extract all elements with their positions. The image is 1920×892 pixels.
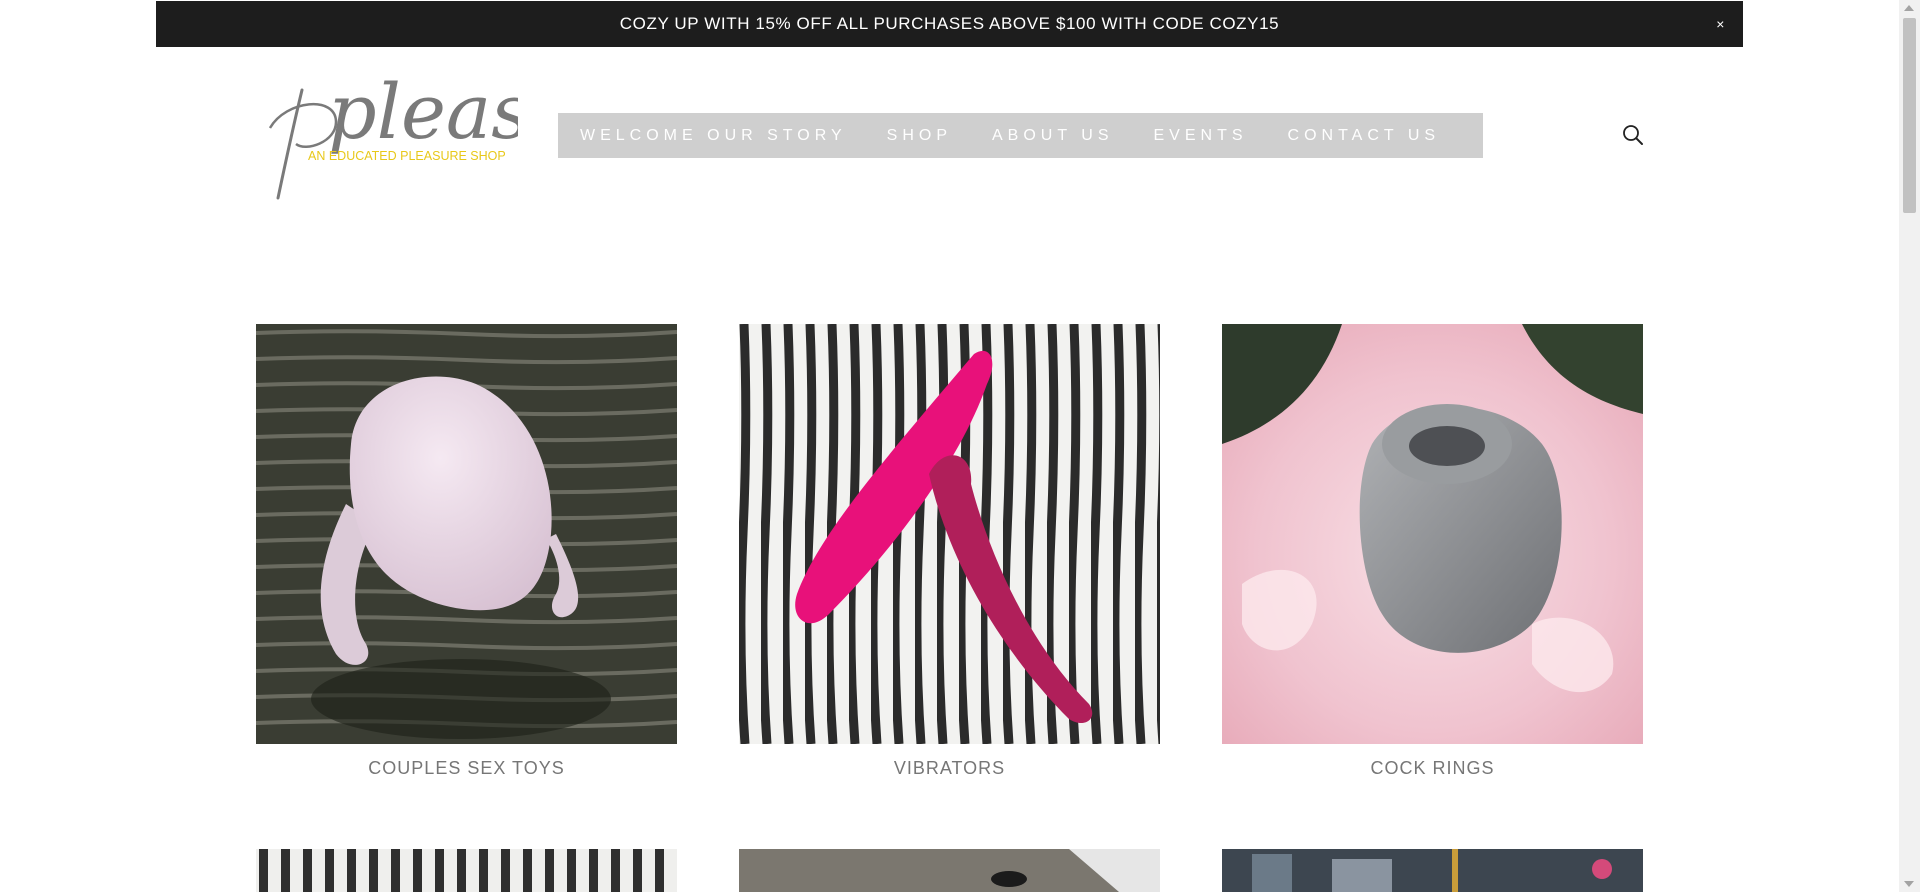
close-icon[interactable]: × (1716, 16, 1725, 32)
scroll-up-arrow-icon[interactable] (1904, 5, 1914, 11)
logo-tagline: AN EDUCATED PLEASURE SHOP (308, 149, 506, 163)
nav-events[interactable]: EVENTS (1154, 127, 1248, 145)
product-caption[interactable]: COUPLES SEX TOYS (256, 758, 677, 779)
nav-about-us[interactable]: ABOUT US (992, 127, 1114, 145)
search-button[interactable] (1622, 124, 1644, 146)
product-image-cock-rings[interactable] (1222, 324, 1643, 744)
nav-shop[interactable]: SHOP (887, 127, 952, 145)
product-caption[interactable]: VIBRATORS (739, 758, 1160, 779)
product-image-row2-2[interactable] (739, 849, 1160, 892)
main-nav: WELCOME OUR STORY SHOP ABOUT US EVENTS C… (558, 113, 1483, 158)
announcement-bar: COZY UP WITH 15% OFF ALL PURCHASES ABOVE… (156, 1, 1743, 47)
logo-wordmark: please (328, 70, 518, 156)
scrollbar-thumb[interactable] (1903, 18, 1916, 213)
nav-contact-us[interactable]: CONTACT US (1288, 127, 1441, 145)
product-image-row2-3[interactable] (1222, 849, 1643, 892)
product-caption[interactable]: COCK RINGS (1222, 758, 1643, 779)
announcement-text: COZY UP WITH 15% OFF ALL PURCHASES ABOVE… (619, 14, 1280, 33)
logo-mark: please AN EDUCATED PLEASURE SHOP (268, 67, 575, 200)
scroll-down-arrow-icon[interactable] (1904, 881, 1914, 887)
product-image-vibrators[interactable] (739, 324, 1160, 744)
page: COZY UP WITH 15% OFF ALL PURCHASES ABOVE… (0, 0, 1920, 892)
search-icon (1623, 125, 1643, 145)
nav-welcome-our-story[interactable]: WELCOME OUR STORY (580, 127, 847, 145)
site-logo[interactable]: please AN EDUCATED PLEASURE SHOP (266, 67, 575, 200)
page-scrollbar[interactable] (1899, 0, 1920, 892)
product-image-row2-1[interactable] (256, 849, 677, 892)
product-image-couples-sex-toys[interactable] (256, 324, 677, 744)
